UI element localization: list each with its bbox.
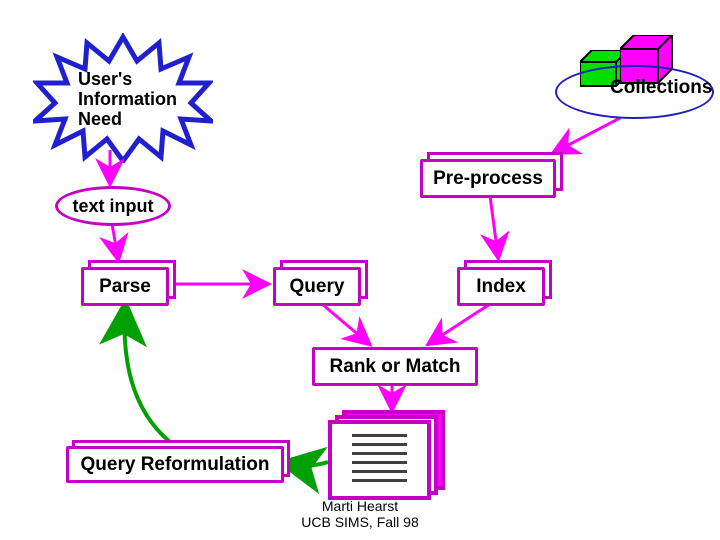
query-label: Query	[290, 276, 345, 298]
reformulation-node: Query Reformulation	[66, 446, 284, 483]
query-node: Query	[273, 267, 361, 306]
footer-line1: Marti Hearst	[0, 498, 720, 514]
collections-label: Collections	[610, 77, 712, 99]
diagram-stage: User's Information Need Collections Pre-…	[0, 0, 720, 540]
preprocess-label: Pre-process	[433, 168, 543, 190]
rank-node: Rank or Match	[312, 347, 478, 386]
text-input-node: text input	[55, 186, 171, 226]
reformulation-label: Query Reformulation	[81, 454, 270, 476]
rank-label: Rank or Match	[330, 356, 461, 378]
footer-credit: Marti Hearst UCB SIMS, Fall 98	[0, 498, 720, 530]
user-need-node: User's Information Need	[33, 33, 213, 153]
user-need-label: User's Information Need	[78, 69, 177, 129]
index-node: Index	[457, 267, 545, 306]
parse-label: Parse	[99, 276, 151, 298]
preprocess-node: Pre-process	[420, 159, 556, 198]
index-label: Index	[476, 276, 526, 298]
results-lines-icon	[352, 434, 407, 482]
footer-line2: UCB SIMS, Fall 98	[0, 514, 720, 530]
parse-node: Parse	[81, 267, 169, 306]
text-input-label: text input	[73, 196, 154, 217]
